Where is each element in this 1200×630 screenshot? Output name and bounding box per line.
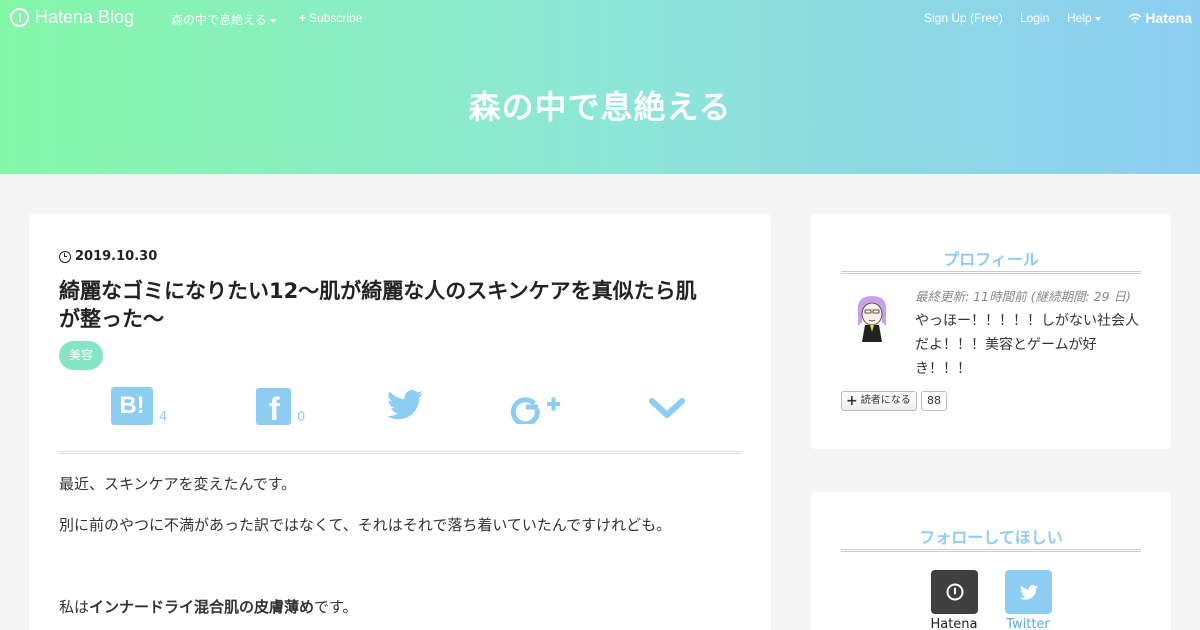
hatena-logo-icon — [10, 8, 29, 27]
entry-date-text: 2019.10.30 — [75, 249, 158, 264]
facebook-icon: f — [256, 388, 291, 425]
facebook-count: 0 — [297, 410, 306, 425]
entry-title-line-1: 綺麗なゴミになりたい12～肌が綺麗な人のスキンケアを真似たら肌 — [59, 279, 697, 303]
share-divider — [59, 451, 741, 454]
chevron-down-icon — [649, 398, 685, 418]
twitter-follow-button[interactable] — [1005, 570, 1052, 614]
help-dropdown[interactable]: Help — [1067, 11, 1101, 25]
share-buttons: B! 4 f 0 — [59, 384, 741, 434]
plus-icon: + — [846, 393, 858, 409]
hatena-follow-label[interactable]: Hatena — [914, 617, 994, 630]
entry-paragraph-2: 別に前のやつに不満があった訳ではなくて、それはそれで落ち着いていたんですけれども… — [59, 516, 672, 534]
more-share-toggle[interactable] — [649, 398, 685, 420]
entry-title[interactable]: 綺麗なゴミになりたい12～肌が綺麗な人のスキンケアを真似たら肌 が整った～ — [59, 277, 749, 333]
hatena-follow-button[interactable] — [931, 570, 978, 614]
blog-header: Hatena Blog 森の中で息絶える + Subscribe Sign Up … — [0, 0, 1200, 174]
hatena-bookmark-icon: B! — [111, 387, 153, 425]
caret-down-icon — [1094, 16, 1101, 21]
entry-title-line-2: が整った～ — [59, 307, 164, 331]
entry-date[interactable]: 2019.10.30 — [59, 249, 157, 264]
profile-module: プロフィール 最終更新: 11時間前 (継続期間: 29 日) やっほー！！！！… — [811, 214, 1171, 449]
entry-paragraph-1: 最近、スキンケアを変えたんです。 — [59, 475, 297, 493]
p3-prefix: 私は — [59, 598, 90, 616]
subscribe-link[interactable]: + Subscribe — [299, 11, 362, 25]
profile-bio: やっほー！！！！！しがない社会人だよ！！！美容とゲームが好き！！！ — [915, 313, 1139, 377]
logo-text: Hatena Blog — [35, 7, 135, 27]
profile-heading: プロフィール — [943, 250, 1039, 269]
clock-icon — [59, 250, 71, 263]
facebook-share[interactable]: f 0 — [256, 388, 305, 425]
twitter-follow-label[interactable]: Twitter — [988, 617, 1068, 630]
follow-module: フォローしてほしい Hatena Twitter — [811, 492, 1171, 630]
blog-menu-dropdown[interactable]: 森の中で息絶える — [171, 11, 276, 28]
google-plus-share[interactable] — [509, 390, 561, 424]
entry-paragraph-3: 私はインナードライ混合肌の皮膚薄めです。 — [59, 596, 358, 617]
caret-down-icon — [269, 18, 276, 23]
profile-heading-rule — [841, 271, 1141, 274]
entry-card: 2019.10.30 綺麗なゴミになりたい12～肌が綺麗な人のスキンケアを真似た… — [29, 214, 771, 630]
p3-bold: インナードライ混合肌の皮膚薄め — [89, 598, 315, 616]
global-header-bar: Hatena Blog 森の中で息絶える + Subscribe Sign Up … — [0, 0, 1200, 36]
hatena-bookmark-count: 4 — [159, 410, 168, 425]
google-plus-icon — [510, 397, 560, 424]
reader-button-label: 読者になる — [860, 395, 911, 406]
p3-suffix: です。 — [314, 598, 358, 616]
hatena-brand-link[interactable]: Hatena — [1128, 10, 1192, 26]
subscribe-label: Subscribe — [309, 11, 363, 25]
category-tag[interactable]: 美容 — [59, 341, 104, 370]
hatena-brand-icon — [1128, 13, 1142, 23]
help-label: Help — [1067, 11, 1092, 25]
hatena-bookmark-share[interactable]: B! 4 — [111, 387, 167, 425]
subscribe-reader-button[interactable]: + 読者になる — [841, 391, 917, 411]
last-updated: 最終更新: 11時間前 (継続期間: 29 日) — [915, 289, 1131, 304]
hatena-brand-text: Hatena — [1145, 10, 1192, 26]
blog-menu-label: 森の中で息絶える — [171, 13, 267, 27]
login-link[interactable]: Login — [1020, 11, 1049, 25]
reader-count[interactable]: 88 — [921, 391, 947, 411]
avatar[interactable] — [852, 292, 892, 344]
twitter-bird-icon — [387, 390, 423, 420]
follow-heading: フォローしてほしい — [919, 528, 1063, 547]
twitter-bird-icon — [1019, 584, 1038, 600]
hatena-logo-icon — [946, 583, 963, 601]
follow-heading-rule — [841, 549, 1141, 552]
twitter-share[interactable] — [387, 390, 423, 420]
plus-icon: + — [299, 11, 307, 25]
signup-link[interactable]: Sign Up (Free) — [924, 11, 1003, 25]
blog-title[interactable]: 森の中で息絶える — [0, 82, 1200, 128]
hatena-blog-logo[interactable]: Hatena Blog — [10, 7, 134, 28]
